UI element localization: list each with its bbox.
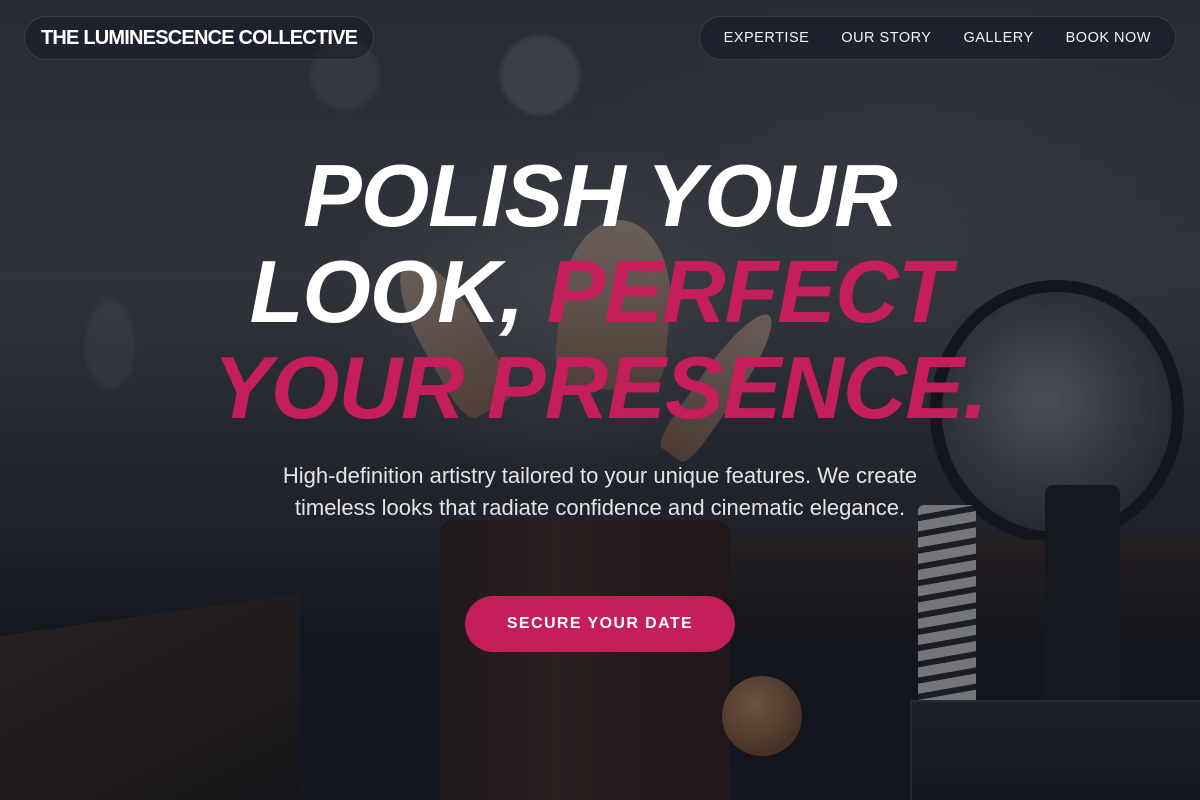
hero-headline: POLISH YOUR LOOK, PERFECT YOUR PRESENCE. (0, 148, 1200, 436)
headline-line-3-accent: YOUR PRESENCE. (213, 338, 987, 437)
nav-link-expertise[interactable]: EXPERTISE (708, 30, 826, 46)
nav-link-book-now[interactable]: BOOK NOW (1050, 30, 1167, 46)
nav-link-our-story[interactable]: OUR STORY (825, 30, 947, 46)
brand-logo[interactable]: THE LUMINESCENCE COLLECTIVE (24, 16, 375, 60)
headline-line-2-accent: PERFECT (546, 242, 952, 341)
main-nav: EXPERTISE OUR STORY GALLERY BOOK NOW (698, 16, 1176, 60)
headline-line-2-plain: LOOK, (249, 242, 547, 341)
secure-your-date-button[interactable]: SECURE YOUR DATE (465, 596, 735, 652)
nav-link-gallery[interactable]: GALLERY (947, 30, 1049, 46)
headline-line-1: POLISH YOUR (303, 146, 898, 245)
hero-subtext: High-definition artistry tailored to you… (282, 463, 918, 520)
brand-name: THE LUMINESCENCE COLLECTIVE (41, 26, 358, 49)
